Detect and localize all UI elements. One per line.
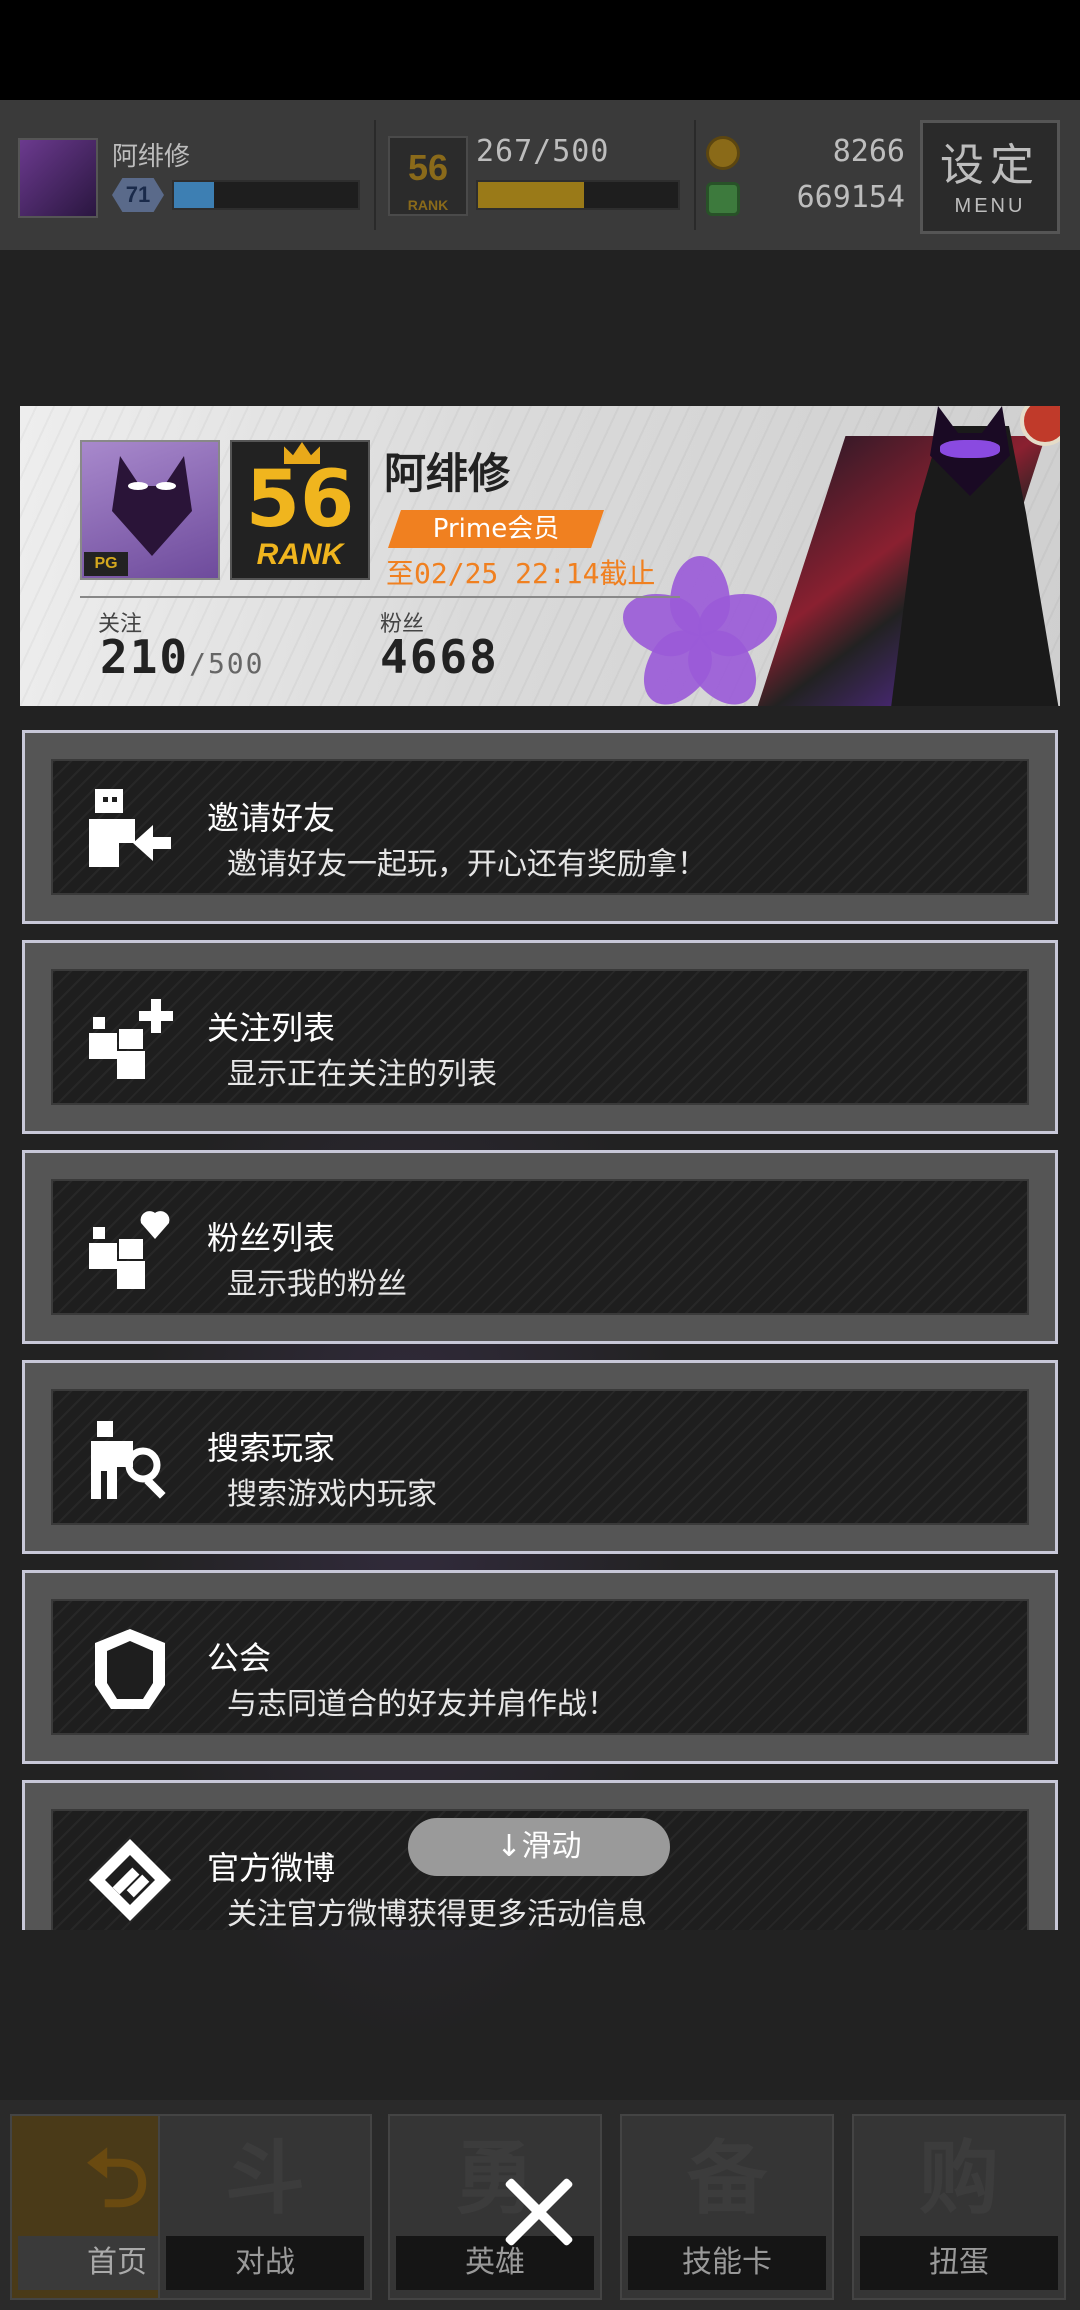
player-name: 阿绯修 (112, 142, 191, 172)
menu-item-follow-list[interactable]: 关注列表 显示正在关注的列表 (22, 940, 1058, 1134)
mask-eye (156, 482, 176, 490)
gamepad-icon: 斗 (225, 2134, 305, 2223)
weibo-icon (89, 1839, 171, 1921)
nav-label: 扭蛋 (860, 2236, 1058, 2290)
menu-item-panel: 关注列表 显示正在关注的列表 (51, 969, 1029, 1105)
menu-label: MENU (954, 195, 1026, 217)
nav-tab-battle[interactable]: 斗 对战 (158, 2114, 372, 2300)
profile-rank-badge: 56 RANK (230, 440, 370, 580)
invite-friend-icon (89, 789, 171, 867)
settings-label: 设定 (940, 141, 1040, 190)
prime-membership-tag: Prime会员 (388, 510, 604, 548)
status-bar (0, 0, 1080, 100)
rank-label: RANK (256, 538, 344, 571)
header-divider (374, 120, 376, 230)
gacha-icon: 购 (919, 2134, 999, 2223)
guild-shield-icon (95, 1629, 165, 1709)
skill-card-icon: 备 (687, 2134, 767, 2223)
scroll-hint: ↓滑动 (408, 1818, 670, 1876)
menu-item-desc: 搜索游戏内玩家 (227, 1477, 437, 1512)
mask-eye (128, 482, 148, 490)
profile-name: 阿绯修 (384, 449, 511, 498)
menu-item-title: 公会 (207, 1639, 272, 1677)
player-avatar[interactable] (18, 138, 98, 218)
character-illustration (754, 406, 1060, 706)
membership-expiry: 至02/25 22:14截止 (386, 557, 656, 590)
panel-texture (53, 1391, 1027, 1523)
rank-number: 56 (245, 455, 355, 545)
green-currency-icon (706, 182, 740, 216)
settings-menu-button[interactable]: 设定 MENU (920, 120, 1060, 234)
close-icon[interactable] (498, 2172, 578, 2252)
card-divider (80, 596, 680, 598)
gold-coin-icon (706, 136, 740, 170)
nav-label: 对战 (166, 2236, 364, 2290)
game-header: 阿绯修 71 56 RANK 267/500 8266 669154 (0, 100, 1080, 250)
menu-item-desc: 邀请好友一起玩，开心还有奖励拿！ (227, 847, 707, 882)
gold-amount: 8266 (832, 134, 905, 169)
stamina-bar (476, 180, 680, 210)
menu-item-desc: 显示我的粉丝 (227, 1267, 407, 1302)
mask-accent (940, 440, 1000, 458)
social-menu-list[interactable]: 邀请好友 邀请好友一起玩，开心还有奖励拿！ 关注列表 显示正在关注的列表 粉丝列… (22, 730, 1058, 1930)
rank-badge: 56 RANK (388, 136, 468, 216)
following-value: 210 (100, 630, 190, 684)
rank-label: RANK (407, 197, 449, 213)
menu-item-panel: 邀请好友 邀请好友一起玩，开心还有奖励拿！ (51, 759, 1029, 895)
following-max: /500 (189, 647, 265, 680)
menu-item-desc: 与志同道合的好友并肩作战！ (227, 1687, 617, 1722)
menu-item-desc: 显示正在关注的列表 (227, 1057, 497, 1092)
pg-badge: PG (84, 552, 128, 576)
menu-item-title: 官方微博 (207, 1849, 336, 1887)
fans-list-icon (89, 1211, 170, 1289)
xp-bar (172, 180, 360, 210)
nav-tab-skill-card[interactable]: 备 技能卡 (620, 2114, 834, 2300)
following-count: 210/500 (100, 630, 265, 684)
stamina-text: 267/500 (476, 134, 610, 169)
fans-count: 4668 (380, 630, 499, 684)
menu-item-panel: 搜索玩家 搜索游戏内玩家 (51, 1389, 1029, 1525)
panel-texture (53, 1181, 1027, 1313)
menu-item-panel: 粉丝列表 显示我的粉丝 (51, 1179, 1029, 1315)
header-divider (694, 120, 696, 230)
green-currency-amount: 669154 (796, 180, 905, 215)
follow-list-icon (89, 999, 173, 1079)
menu-item-fans-list[interactable]: 粉丝列表 显示我的粉丝 (22, 1150, 1058, 1344)
profile-card: PG 56 RANK 阿绯修 Prime会员 至02/25 22:14截止 关注… (20, 406, 1060, 706)
level-badge: 71 (112, 178, 164, 212)
search-player-icon (91, 1421, 166, 1499)
fox-mask-icon (112, 456, 192, 556)
menu-item-invite-friends[interactable]: 邀请好友 邀请好友一起玩，开心还有奖励拿！ (22, 730, 1058, 924)
menu-item-title: 邀请好友 (207, 799, 336, 837)
panel-texture (53, 971, 1027, 1103)
menu-item-title: 关注列表 (207, 1009, 336, 1047)
menu-item-title: 搜索玩家 (207, 1429, 336, 1467)
nav-tab-gacha[interactable]: 购 扭蛋 (852, 2114, 1066, 2300)
menu-item-panel: 公会 与志同道合的好友并肩作战！ (51, 1599, 1029, 1735)
menu-item-search-player[interactable]: 搜索玩家 搜索游戏内玩家 (22, 1360, 1058, 1554)
rank-number: 56 (407, 147, 449, 188)
xp-bar-fill (174, 182, 215, 208)
menu-item-guild[interactable]: 公会 与志同道合的好友并肩作战！ (22, 1570, 1058, 1764)
nav-label: 技能卡 (628, 2236, 826, 2290)
menu-item-desc: 关注官方微博获得更多活动信息 (227, 1897, 647, 1930)
stamina-bar-fill (478, 182, 584, 208)
profile-avatar[interactable]: PG (80, 440, 220, 580)
menu-item-title: 粉丝列表 (207, 1219, 336, 1257)
